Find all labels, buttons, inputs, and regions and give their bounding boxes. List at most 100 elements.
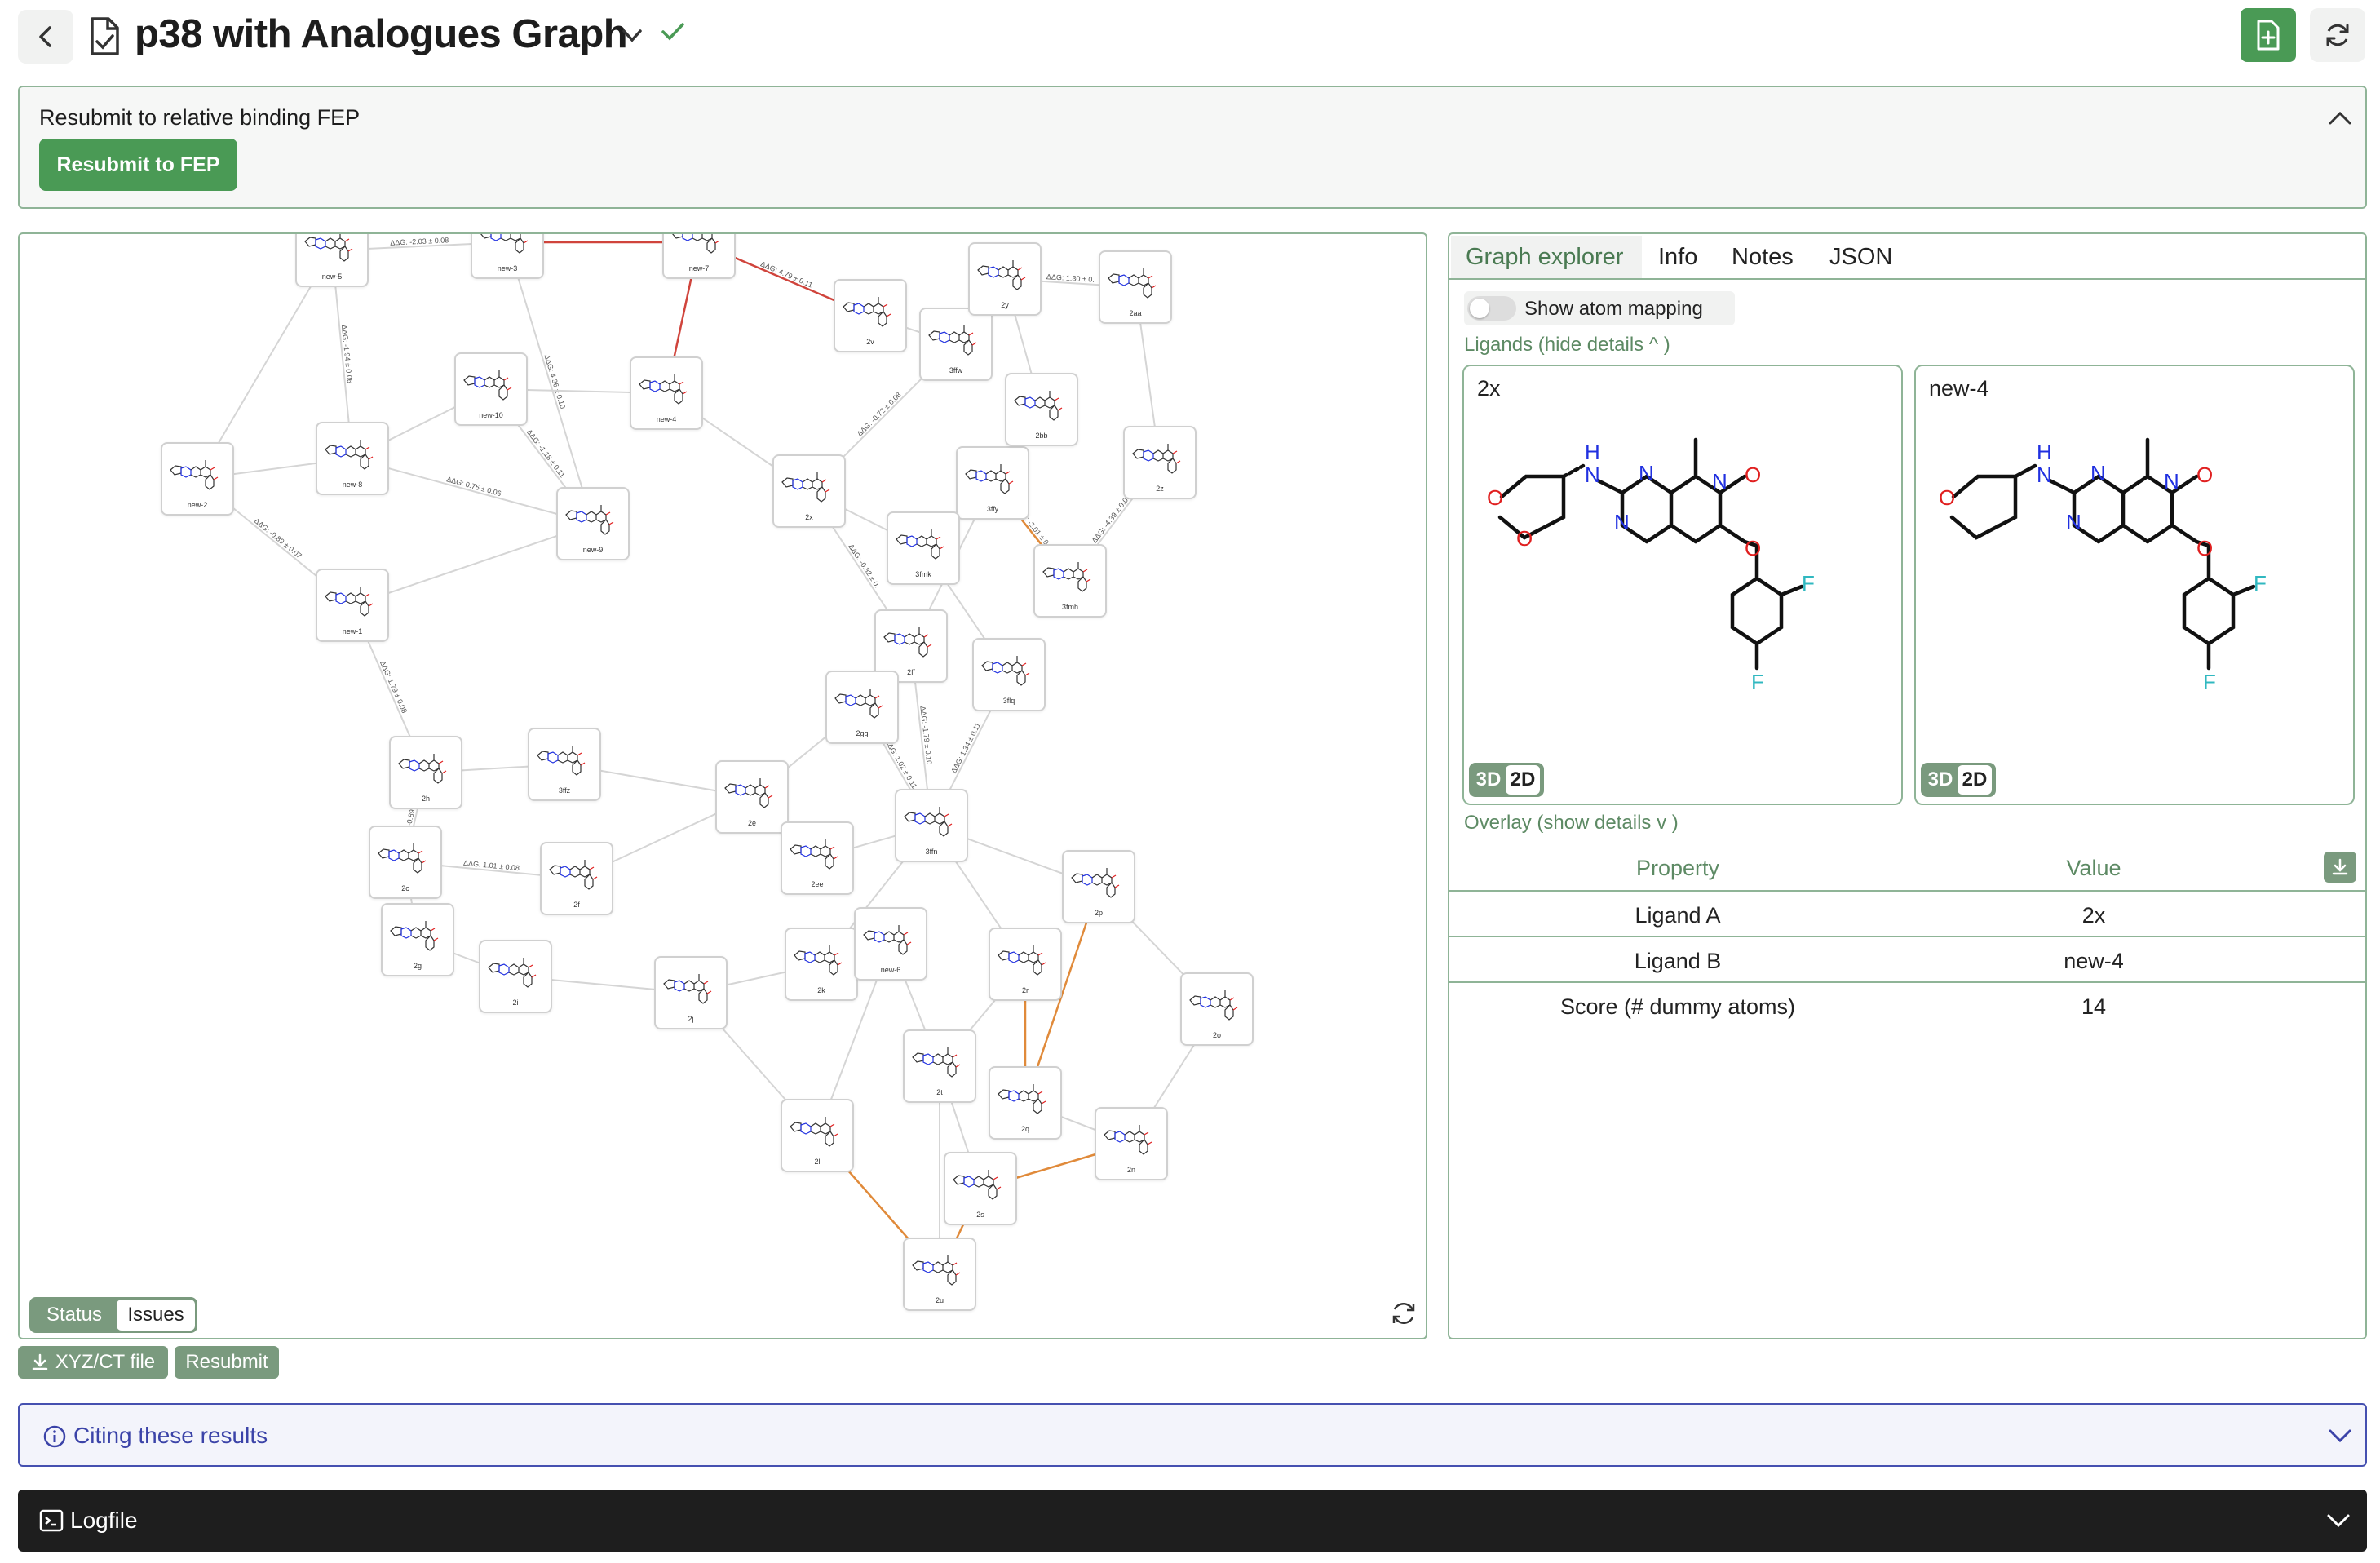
svg-text:F: F	[1751, 670, 1764, 694]
refresh-button[interactable]	[2310, 8, 2365, 62]
graph-node[interactable]: 2gg	[825, 671, 899, 744]
ligand-b-3d-button[interactable]: 3D	[1923, 765, 1958, 795]
resubmit-fep-button[interactable]: Resubmit to FEP	[39, 139, 237, 191]
edge-ddg-label: ΔΔG: -0.32 ± 0.	[847, 542, 881, 589]
status-tab[interactable]: Status	[32, 1300, 117, 1331]
graph-node-label: 2c	[401, 884, 409, 892]
new-document-button[interactable]	[2241, 8, 2296, 62]
graph-node[interactable]: 3ffn	[895, 789, 968, 862]
graph-node[interactable]: new-2	[161, 442, 234, 516]
graph-node[interactable]: 2n	[1095, 1107, 1168, 1180]
graph-node[interactable]: 2l	[781, 1099, 854, 1172]
graph-node[interactable]: 3flq	[972, 638, 1046, 711]
graph-canvas[interactable]: ΔΔG: -2.03 ± 0.08 ΔΔG: -1.94 ± 0.06 ΔΔG: 4…	[18, 232, 1427, 1339]
graph-node[interactable]: 2y	[968, 242, 1042, 316]
graph-node[interactable]: 2q	[989, 1066, 1062, 1140]
logfile-panel[interactable]: Logfile	[18, 1490, 2367, 1552]
graph-node-label: 2s	[976, 1211, 984, 1219]
row-value: 2x	[2081, 903, 2106, 928]
download-xyz-button[interactable]: XYZ/CT file	[18, 1346, 168, 1379]
graph-node[interactable]: 2z	[1123, 426, 1197, 499]
graph-node[interactable]: new-9	[556, 487, 630, 560]
graph-node[interactable]: 2f	[540, 842, 613, 915]
graph-node[interactable]: 2g	[381, 903, 454, 976]
graph-node-label: new-7	[688, 264, 710, 272]
graph-node-label: 2q	[1020, 1125, 1029, 1133]
graph-node-label: 2u	[935, 1296, 944, 1304]
graph-node[interactable]: new-4	[630, 356, 703, 430]
ligand-a-3d-button[interactable]: 3D	[1471, 765, 1506, 795]
graph-node[interactable]: 2r	[989, 928, 1062, 1001]
terminal-icon	[39, 1509, 64, 1532]
graph-node-label: 2r	[1021, 986, 1029, 994]
tab-json[interactable]: JSON	[1829, 244, 1892, 271]
back-button[interactable]	[18, 10, 73, 64]
tab-graph-explorer[interactable]: Graph explorer	[1466, 244, 1623, 271]
graph-node-label: new-8	[342, 480, 363, 489]
tab-info[interactable]: Info	[1658, 244, 1697, 271]
graph-node[interactable]: new-8	[316, 422, 389, 495]
svg-text:F: F	[1802, 571, 1815, 596]
svg-text:O: O	[1745, 536, 1761, 560]
chevron-down-icon[interactable]	[622, 28, 643, 44]
graph-node[interactable]: 2u	[903, 1238, 976, 1311]
chevron-up-icon[interactable]	[2328, 110, 2352, 126]
graph-node[interactable]: new-7	[662, 234, 736, 279]
graph-node-label: 2e	[747, 819, 756, 827]
svg-text:N: N	[2090, 461, 2106, 485]
graph-node[interactable]: 2aa	[1099, 250, 1172, 324]
graph-node[interactable]: 2v	[834, 279, 907, 352]
atom-mapping-toggle[interactable]	[1467, 296, 1516, 321]
ligands-label: Ligands	[1464, 334, 1533, 356]
graph-node[interactable]: 2j	[654, 956, 728, 1029]
graph-node-label: 2l	[814, 1158, 821, 1166]
graph-node[interactable]: 3ffz	[528, 728, 601, 801]
graph-node[interactable]: 2t	[903, 1029, 976, 1103]
graph-refresh-icon[interactable]	[1390, 1300, 1418, 1327]
ligand-b-2d-button[interactable]: 2D	[1958, 765, 1992, 795]
hide-details-link[interactable]: (hide details	[1538, 334, 1643, 356]
graph-node[interactable]: 2x	[772, 454, 846, 528]
download-icon	[32, 1353, 48, 1370]
graph-node-label: 2y	[1001, 301, 1009, 309]
graph-node[interactable]: new-3	[471, 234, 544, 279]
graph-node[interactable]: 2bb	[1005, 373, 1078, 446]
show-details-link[interactable]: (show details	[1537, 812, 1651, 834]
graph-node[interactable]: 2o	[1180, 972, 1254, 1046]
svg-text:F: F	[2203, 670, 2216, 694]
graph-node[interactable]: new-1	[316, 569, 389, 642]
graph-node-label: 2bb	[1035, 432, 1048, 440]
graph-node[interactable]: 2e	[715, 760, 789, 834]
refresh-icon	[2326, 24, 2349, 46]
graph-node[interactable]: new-5	[295, 234, 369, 287]
citing-panel[interactable]: Citing these results	[18, 1403, 2367, 1467]
graph-node-label: 2v	[866, 338, 874, 346]
graph-resubmit-button[interactable]: Resubmit	[175, 1346, 279, 1379]
graph-node[interactable]: 2p	[1062, 850, 1135, 923]
graph-node[interactable]: new-10	[454, 352, 528, 426]
graph-node[interactable]: 3ffy	[956, 446, 1029, 520]
tab-notes[interactable]: Notes	[1732, 244, 1794, 271]
svg-text:N: N	[1712, 469, 1727, 494]
logfile-label: Logfile	[70, 1508, 138, 1533]
graph-node-label: 2f	[573, 901, 580, 909]
graph-node[interactable]: 3fmh	[1033, 544, 1107, 618]
graph-node[interactable]: 2h	[389, 736, 462, 809]
graph-node[interactable]: 3ffw	[919, 308, 993, 381]
graph-node[interactable]: new-6	[854, 907, 927, 981]
graph-node[interactable]: 2s	[944, 1152, 1017, 1225]
ligand-a-2d-button[interactable]: 2D	[1506, 765, 1540, 795]
graph-node[interactable]: 2c	[369, 826, 442, 899]
svg-text:H: H	[1585, 440, 1600, 464]
graph-node-label: new-10	[479, 411, 503, 419]
graph-node[interactable]: 2k	[785, 928, 858, 1001]
graph-node[interactable]: 3fmk	[887, 511, 960, 585]
chevron-left-icon	[39, 26, 51, 47]
table-download-button[interactable]	[2324, 852, 2356, 883]
issues-tab[interactable]: Issues	[117, 1300, 195, 1331]
graph-node[interactable]: 2ee	[781, 821, 854, 895]
graph-node-label: 2ee	[811, 880, 824, 888]
graph-node[interactable]: 2i	[479, 940, 552, 1013]
row-property: Ligand A	[1635, 903, 1721, 928]
download-xyz-label: XYZ/CT file	[55, 1351, 156, 1373]
